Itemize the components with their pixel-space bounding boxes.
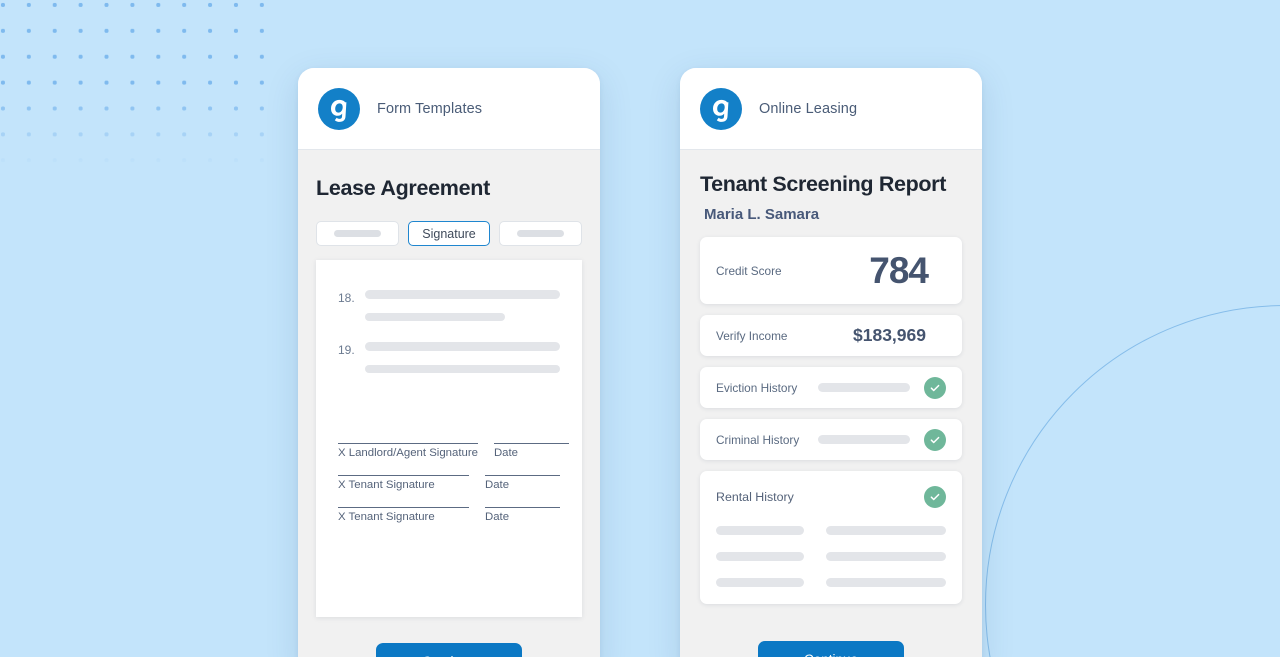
- report-body: Credit Score 784 Verify Income $183,969 …: [680, 237, 982, 657]
- landlord-signature-field[interactable]: X Landlord/Agent Signature: [338, 443, 478, 459]
- check-circle-icon: [924, 376, 946, 399]
- date-caption: Date: [493, 447, 519, 459]
- eviction-history-placeholder-bar: [818, 383, 910, 392]
- rental-history-header: Rental History: [716, 486, 946, 508]
- check-circle-icon: [924, 428, 946, 451]
- eviction-history-label: Eviction History: [716, 380, 798, 395]
- lease-title-bar: Lease Agreement: [298, 150, 600, 221]
- clause-number: 18.: [338, 291, 355, 305]
- apartments-a-logo-icon: [318, 87, 360, 130]
- verify-income-value: $183,969: [853, 325, 926, 345]
- credit-score-card: Credit Score 784: [700, 237, 962, 304]
- chip-signature[interactable]: Signature: [407, 221, 491, 246]
- credit-score-label: Credit Score: [716, 263, 782, 278]
- clause-item: 18.: [338, 290, 560, 321]
- apartments-a-logo-icon: [700, 87, 742, 130]
- left-card-header: Form Templates: [298, 68, 600, 150]
- chip-placeholder-bar: [333, 230, 381, 237]
- signature-caption: X Landlord/Agent Signature: [338, 447, 478, 459]
- signature-rule: [338, 475, 469, 476]
- lease-document-sheet[interactable]: 18. 19. X Landlord/Agent Signature Date …: [316, 260, 582, 617]
- placeholder-bar: [365, 364, 560, 373]
- left-cta-button[interactable]: Continue: [376, 643, 522, 657]
- placeholder-bar: [826, 526, 946, 535]
- date-rule: [485, 475, 560, 476]
- signature-caption: X Tenant Signature: [338, 479, 435, 491]
- report-header: Tenant Screening Report Maria L. Samara: [680, 150, 982, 237]
- placeholder-bar: [826, 552, 946, 561]
- clause-text-placeholder: [365, 290, 560, 321]
- signature-block: X Landlord/Agent Signature Date X Tenant…: [338, 443, 569, 523]
- placeholder-bar: [365, 342, 560, 351]
- right-card-header: Online Leasing: [680, 68, 982, 150]
- rental-history-placeholder-grid: [716, 526, 946, 587]
- date-rule: [493, 443, 569, 444]
- eviction-history-card: Eviction History: [700, 367, 962, 408]
- left-card-brand-label: Form Templates: [377, 100, 483, 117]
- left-card-footer: Continue: [298, 617, 600, 657]
- rental-history-label: Rental History: [716, 490, 794, 504]
- clause-text-placeholder: [365, 342, 560, 373]
- report-title: Tenant Screening Report: [700, 172, 947, 196]
- clause-number: 19.: [338, 343, 355, 357]
- online-leasing-card: Online Leasing Tenant Screening Report M…: [680, 68, 982, 657]
- criminal-history-card: Criminal History: [700, 419, 962, 460]
- right-card-footer: Continue: [700, 615, 962, 657]
- check-circle-icon: [924, 486, 946, 508]
- signature-rule: [338, 443, 478, 444]
- signature-row: X Tenant Signature Date: [338, 507, 560, 523]
- decorative-dot-grid: [0, 0, 280, 167]
- signature-caption: X Tenant Signature: [338, 511, 435, 523]
- placeholder-bar: [826, 578, 946, 587]
- tenant-signature-field-1[interactable]: X Tenant Signature: [338, 475, 469, 491]
- credit-score-value: 784: [869, 249, 929, 291]
- tenant-date-field-1[interactable]: Date: [485, 475, 560, 491]
- verify-income-label: Verify Income: [716, 328, 788, 343]
- clause-item: 19.: [338, 342, 560, 373]
- decorative-arc-circle: [985, 305, 1280, 657]
- chip-placeholder-bar: [517, 230, 565, 237]
- placeholder-bar: [365, 312, 506, 321]
- form-field-chip-row: Signature: [298, 221, 600, 260]
- placeholder-bar: [365, 290, 560, 299]
- signature-row: X Landlord/Agent Signature Date: [338, 443, 569, 459]
- report-subject-name: Maria L. Samara: [704, 206, 820, 223]
- placeholder-bar: [716, 578, 804, 587]
- tenant-signature-field-2[interactable]: X Tenant Signature: [338, 507, 469, 523]
- chip-signature-label: Signature: [422, 226, 476, 241]
- right-card-brand-label: Online Leasing: [759, 100, 858, 117]
- placeholder-bar: [716, 552, 804, 561]
- date-caption: Date: [485, 511, 510, 523]
- date-caption: Date: [485, 479, 510, 491]
- criminal-history-placeholder-bar: [818, 435, 910, 444]
- signature-rule: [338, 507, 469, 508]
- chip-placeholder-right[interactable]: [499, 221, 583, 246]
- right-cta-button[interactable]: Continue: [758, 641, 904, 657]
- date-rule: [485, 507, 560, 508]
- chip-placeholder-left[interactable]: [316, 221, 399, 246]
- criminal-history-label: Criminal History: [716, 432, 800, 447]
- page-title: Lease Agreement: [316, 176, 490, 200]
- form-templates-card: Form Templates Lease Agreement Signature…: [298, 68, 600, 657]
- verify-income-card: Verify Income $183,969: [700, 315, 962, 356]
- signature-row: X Tenant Signature Date: [338, 475, 560, 491]
- rental-history-card: Rental History: [700, 471, 962, 604]
- placeholder-bar: [716, 526, 804, 535]
- landlord-date-field[interactable]: Date: [493, 443, 569, 459]
- tenant-date-field-2[interactable]: Date: [485, 507, 560, 523]
